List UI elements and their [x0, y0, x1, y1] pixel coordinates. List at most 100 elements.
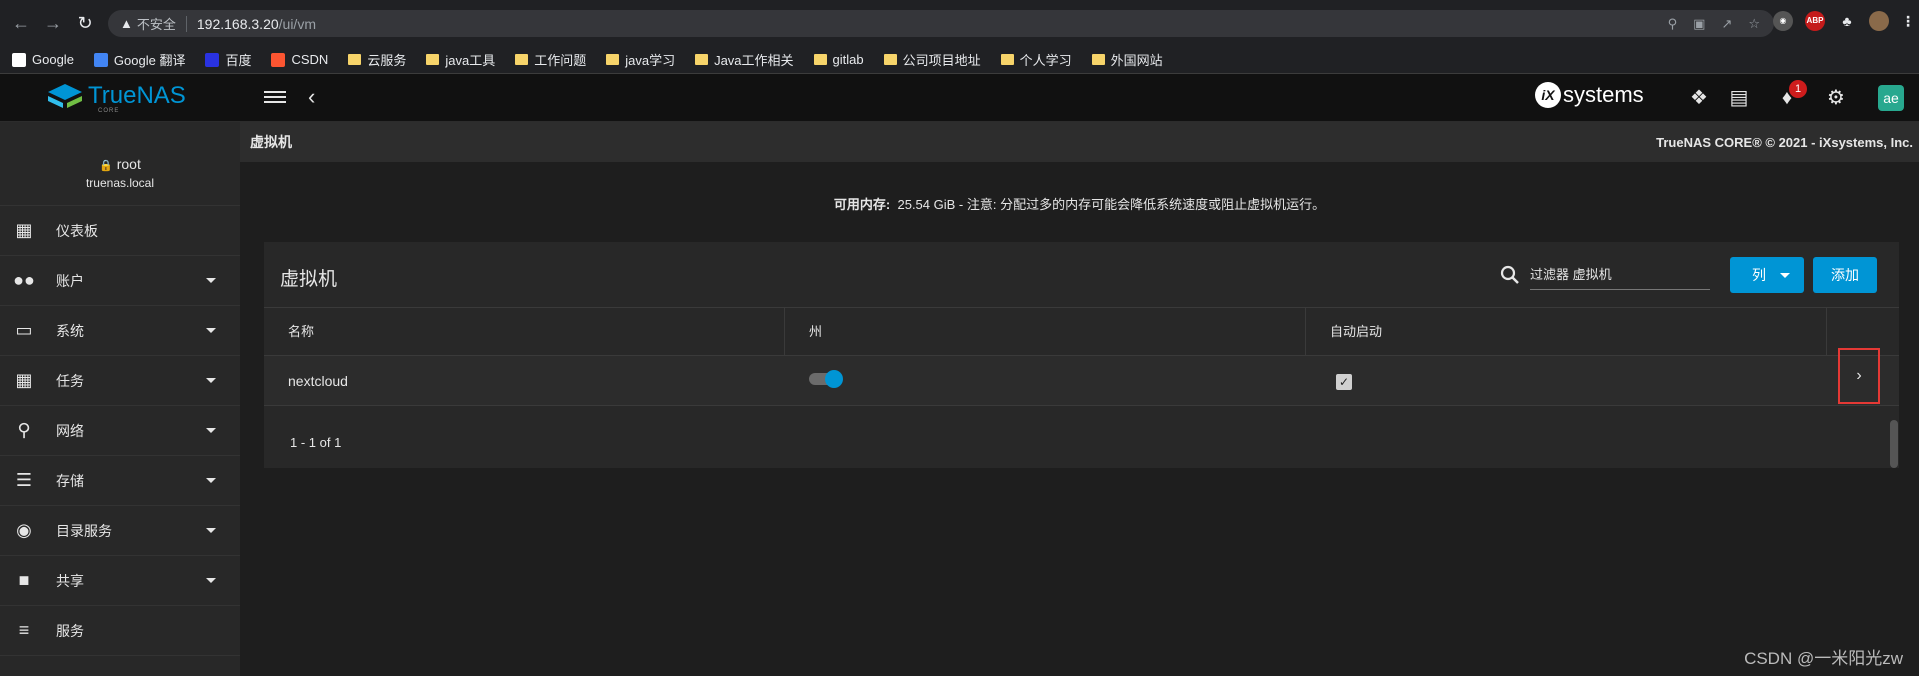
expand-chevron-icon[interactable]: › — [1838, 348, 1880, 404]
chevron-left-icon[interactable]: ‹ — [308, 84, 315, 110]
ixsystems-logo[interactable]: iX systems — [1535, 82, 1644, 108]
bookmark-label: 个人学习 — [1019, 53, 1072, 68]
caret-down-icon — [206, 528, 216, 533]
truenas-logo[interactable]: TrueNAS — [48, 84, 186, 108]
vm-state-cell — [785, 356, 1306, 406]
translate-page-icon[interactable]: ▣ — [1693, 16, 1705, 32]
lock-icon: 🔒 — [99, 160, 113, 172]
app-header: TrueNAS CORE ‹ iX systems ❖ ▤ ♦ 1 ⚙ ae — [0, 74, 1919, 122]
bookmark-item[interactable]: 外国网站 — [1091, 50, 1163, 69]
truenas-mark-icon — [48, 84, 82, 108]
sidebar-item-6[interactable]: ◉ 目录服务 — [0, 506, 240, 556]
bookmark-item[interactable]: 公司项目地址 — [883, 50, 981, 69]
bookmark-label: 外国网站 — [1110, 53, 1163, 68]
storage-icon: ☰ — [15, 470, 33, 490]
caret-down-icon — [206, 278, 216, 283]
bookmark-label: java学习 — [625, 53, 676, 68]
sidebar-item-label: 共享 — [56, 572, 84, 589]
bookmark-item[interactable]: java工具 — [426, 50, 495, 69]
bookmark-label: 工作问题 — [534, 53, 587, 68]
pagination-text: 1 - 1 of 1 — [290, 435, 342, 450]
vm-name-cell: nextcloud — [288, 373, 348, 389]
folder-icon — [348, 54, 362, 65]
bookmark-item[interactable]: 工作问题 — [515, 50, 586, 69]
profile-avatar[interactable] — [1869, 11, 1889, 31]
card-title: 虚拟机 — [280, 269, 338, 290]
bookmark-item[interactable]: Google 翻译 — [93, 50, 185, 69]
bookmark-item[interactable]: gitlab — [813, 52, 864, 67]
caret-down-icon — [206, 478, 216, 483]
truecommand-icon[interactable]: ❖ — [1687, 86, 1711, 110]
bookmark-item[interactable]: Java工作相关 — [695, 50, 794, 69]
table-row[interactable]: nextcloud ✓ › — [264, 348, 1899, 406]
user-avatar[interactable]: ae — [1878, 85, 1904, 111]
column-header-autostart[interactable]: 自动启动 — [1306, 308, 1827, 356]
column-header-name[interactable]: 名称 — [264, 308, 785, 356]
bookmark-item[interactable]: Google — [12, 52, 74, 67]
sidebar-item-8[interactable]: ≡ 服务 — [0, 606, 240, 656]
caret-down-icon — [1780, 273, 1790, 278]
address-bar[interactable]: ▲ 不安全 192.168.3.20/ui/vm ⚲ ▣ ↗ ☆ — [108, 10, 1774, 37]
clipboard-icon[interactable]: ▤ — [1727, 86, 1751, 110]
key-icon[interactable]: ⚲ — [1668, 16, 1678, 32]
folder-icon — [515, 54, 529, 65]
table-header: 名称 州 自动启动 — [264, 308, 1899, 356]
back-arrow-icon[interactable]: ← — [10, 12, 32, 34]
bell-icon[interactable]: ♦ 1 — [1775, 80, 1807, 110]
bookmark-item[interactable]: java学习 — [606, 50, 675, 69]
sidebar-item-label: 目录服务 — [56, 522, 112, 539]
sidebar-item-4[interactable]: ⚲ 网络 — [0, 406, 240, 456]
url-path: /ui/vm — [278, 15, 316, 32]
page-title: 虚拟机 — [250, 134, 292, 150]
sidebar-item-3[interactable]: ▦ 任务 — [0, 356, 240, 406]
google-icon — [12, 52, 26, 67]
sidebar-item-label: 系统 — [56, 322, 84, 339]
bookmark-item[interactable]: 云服务 — [348, 50, 406, 69]
sidebar-item-0[interactable]: ▦ 仪表板 — [0, 206, 240, 256]
forward-arrow-icon[interactable]: → — [42, 12, 64, 34]
memory-notice: 可用内存: 25.54 GiB - 注意: 分配过多的内存可能会降低系统速度或阻… — [240, 194, 1919, 213]
sidebar-item-2[interactable]: ▭ 系统 — [0, 306, 240, 356]
more-vert-icon[interactable]: ⋮ — [1901, 11, 1915, 31]
bookmark-item[interactable]: 个人学习 — [1000, 50, 1072, 69]
puzzle-icon[interactable]: ♣ — [1837, 11, 1857, 31]
scrollbar-thumb[interactable] — [1890, 420, 1898, 468]
bookmark-label: Java工作相关 — [714, 53, 794, 68]
browser-toolbar: ← → ↻ ▲ 不安全 192.168.3.20/ui/vm ⚲ ▣ ↗ ☆ ◉… — [0, 0, 1919, 46]
bookmark-item[interactable]: 百度 — [205, 50, 251, 69]
folder-icon — [813, 54, 827, 65]
bookmark-label: 公司项目地址 — [902, 53, 981, 68]
column-header-state[interactable]: 州 — [785, 308, 1306, 356]
filter-input[interactable] — [1530, 260, 1710, 290]
caret-down-icon — [206, 378, 216, 383]
sidebar-item-label: 服务 — [56, 622, 84, 639]
url-host: 192.168.3.20 — [196, 15, 279, 32]
add-button[interactable]: 添加 — [1813, 257, 1877, 293]
columns-button[interactable]: 列 — [1730, 257, 1804, 293]
sidebar-item-7[interactable]: ■ 共享 — [0, 556, 240, 606]
sidebar-item-1[interactable]: ●● 账户 — [0, 256, 240, 306]
autostart-checkbox[interactable]: ✓ — [1336, 374, 1352, 390]
sidebar-item-5[interactable]: ☰ 存储 — [0, 456, 240, 506]
adblock-icon[interactable]: ABP — [1805, 11, 1825, 31]
menu-icon[interactable] — [264, 88, 286, 106]
extension-eyes-icon[interactable]: ◉ — [1773, 11, 1793, 31]
folder-icon — [695, 54, 709, 65]
reload-icon[interactable]: ↻ — [74, 12, 96, 34]
logo-text: TrueNAS — [88, 82, 186, 109]
state-toggle[interactable] — [809, 370, 843, 388]
caret-down-icon — [206, 428, 216, 433]
folder-icon — [1091, 54, 1105, 65]
vm-table-card: 虚拟机 列 添加 名称 州 自动启动 nextcloud ✓ › 1 - 1 o… — [264, 242, 1899, 468]
star-icon[interactable]: ☆ — [1748, 16, 1760, 32]
settings-gear-icon[interactable]: ⚙ — [1824, 86, 1848, 110]
directory-icon: ◉ — [16, 520, 32, 540]
caret-down-icon — [206, 578, 216, 583]
sidebar: 🔒 root truenas.local ▦ 仪表板 ●● 账户 ▭ 系统 ▦ 任务 ⚲ 网络 ☰ 存… — [0, 122, 240, 676]
sidebar-item-label: 存储 — [56, 472, 84, 489]
url-divider — [185, 15, 187, 32]
share-icon[interactable]: ↗ — [1721, 16, 1732, 32]
bookmark-item[interactable]: CSDN — [271, 52, 328, 67]
sidebar-item-label: 网络 — [56, 422, 84, 439]
card-header: 虚拟机 列 添加 — [264, 242, 1899, 308]
